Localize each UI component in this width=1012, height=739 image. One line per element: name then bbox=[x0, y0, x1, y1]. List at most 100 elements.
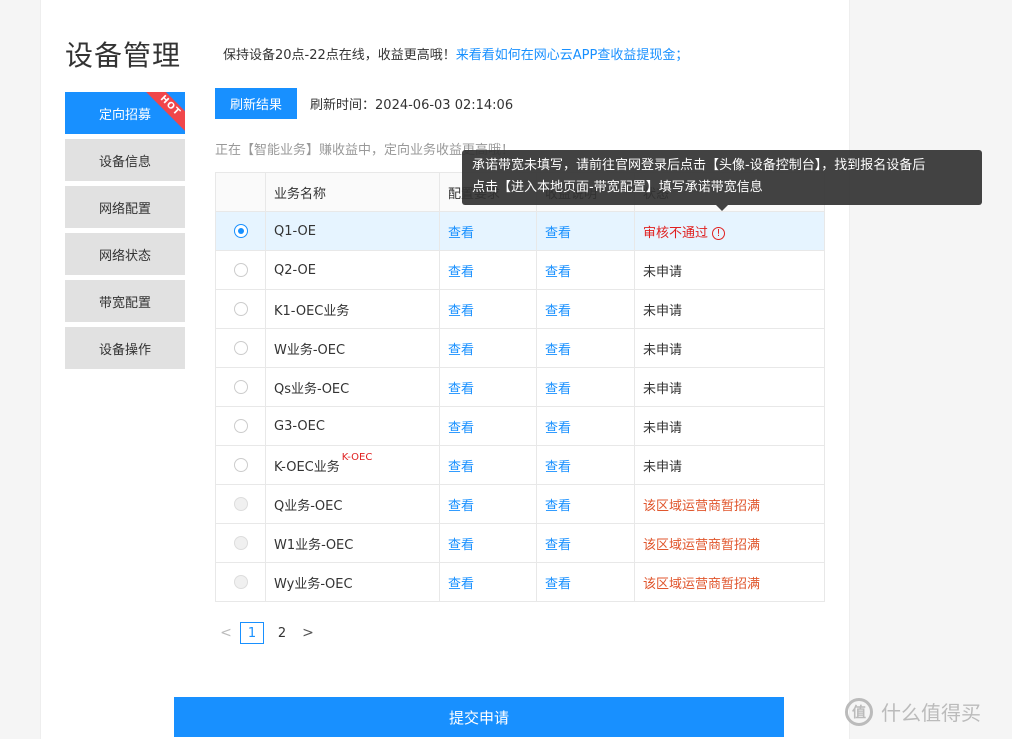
select-radio[interactable] bbox=[233, 380, 248, 394]
status-text: 该区域运营商暂招满 bbox=[643, 498, 761, 514]
select-radio[interactable] bbox=[233, 575, 248, 589]
config-cell: 查看 bbox=[439, 445, 537, 485]
config-view-link[interactable]: 查看 bbox=[448, 421, 474, 436]
business-name: K-OEC业务 bbox=[274, 459, 340, 475]
table-row[interactable]: K-OEC业务K-OEC 查看 查看 未申请 bbox=[215, 445, 825, 485]
status-cell: 未申请 bbox=[634, 289, 825, 329]
sidebar-item-recruit[interactable]: 定向招募 HOT bbox=[65, 92, 185, 134]
watermark: 值 什么值得买 bbox=[845, 697, 981, 726]
sidebar-item-label: 设备操作 bbox=[98, 342, 151, 358]
name-cell: K-OEC业务K-OEC bbox=[265, 445, 440, 485]
page-2-button[interactable]: 2 bbox=[270, 622, 294, 644]
submit-button[interactable]: 提交申请 bbox=[174, 697, 784, 737]
warning-icon[interactable]: ! bbox=[712, 226, 726, 240]
config-view-link[interactable]: 查看 bbox=[448, 265, 474, 280]
income-view-link[interactable]: 查看 bbox=[545, 538, 571, 553]
table-row[interactable]: G3-OEC 查看 查看 未申请 bbox=[215, 406, 825, 446]
status-text: 未申请 bbox=[643, 381, 683, 397]
config-view-link[interactable]: 查看 bbox=[448, 499, 474, 514]
status-cell: 未申请 bbox=[634, 367, 825, 407]
business-table: 业务名称 配置要求 收益说明 状态 Q1-OE查看查看审核不通过!Q2-OE查看… bbox=[215, 172, 825, 602]
status-text: 该区域运营商暂招满 bbox=[643, 537, 761, 553]
config-cell: 查看 bbox=[439, 328, 537, 368]
sidebar-item-network-status[interactable]: 网络状态 bbox=[65, 233, 185, 275]
page-1-button[interactable]: 1 bbox=[240, 622, 264, 644]
config-view-link[interactable]: 查看 bbox=[448, 343, 474, 358]
income-cell: 查看 bbox=[536, 406, 635, 446]
config-view-link[interactable]: 查看 bbox=[448, 460, 474, 475]
select-cell bbox=[215, 328, 266, 368]
status-text: 审核不通过 bbox=[643, 225, 709, 241]
income-cell: 查看 bbox=[536, 328, 635, 368]
table-row[interactable]: W业务-OEC 查看 查看 未申请 bbox=[215, 328, 825, 368]
select-radio[interactable] bbox=[233, 224, 248, 238]
refresh-time: 刷新时间：2024-06-03 02:14:06 bbox=[310, 94, 513, 113]
select-cell bbox=[215, 211, 266, 251]
status-cell: 审核不通过! bbox=[634, 211, 825, 251]
status-text: 未申请 bbox=[643, 420, 683, 436]
watermark-text: 什么值得买 bbox=[881, 701, 981, 725]
tooltip-line-1: 承诺带宽未填写，请前往官网登录后点击【头像-设备控制台】，找到报名设备后 bbox=[472, 158, 926, 173]
table-row[interactable]: Q2-OE 查看 查看 未申请 bbox=[215, 250, 825, 290]
config-cell: 查看 bbox=[439, 289, 537, 329]
status-cell: 该区域运营商暂招满 bbox=[634, 484, 825, 524]
table-row[interactable]: Q1-OE 查看 查看 审核不通过! bbox=[215, 211, 825, 251]
status-cell: 未申请 bbox=[634, 250, 825, 290]
business-name: Q2-OE bbox=[274, 262, 317, 278]
config-cell: 查看 bbox=[439, 484, 537, 524]
watermark-logo-icon: 值 bbox=[845, 697, 873, 726]
name-cell: W业务-OEC bbox=[265, 328, 440, 368]
status-text: 未申请 bbox=[643, 264, 683, 280]
status-text: 未申请 bbox=[643, 342, 683, 358]
business-name: K1-OEC业务 bbox=[274, 303, 350, 319]
income-view-link[interactable]: 查看 bbox=[545, 421, 571, 436]
income-view-link[interactable]: 查看 bbox=[545, 304, 571, 319]
sidebar-item-device-ops[interactable]: 设备操作 bbox=[65, 327, 185, 369]
config-cell: 查看 bbox=[439, 406, 537, 446]
sidebar-item-device-info[interactable]: 设备信息 bbox=[65, 139, 185, 181]
notice-bar: 保持设备20点-22点在线，收益更高哦！来看看如何在网心云APP查收益提现金； bbox=[223, 44, 688, 63]
status-text: 未申请 bbox=[643, 303, 683, 319]
toolbar: 刷新结果 刷新时间：2024-06-03 02:14:06 bbox=[215, 87, 825, 119]
select-radio[interactable] bbox=[233, 302, 248, 316]
table-row[interactable]: K1-OEC业务 查看 查看 未申请 bbox=[215, 289, 825, 329]
income-view-link[interactable]: 查看 bbox=[545, 343, 571, 358]
table-row[interactable]: Qs业务-OEC 查看 查看 未申请 bbox=[215, 367, 825, 407]
select-radio[interactable] bbox=[233, 419, 248, 433]
next-page-button[interactable]: > bbox=[297, 625, 319, 641]
table-row[interactable]: W1业务-OEC 查看 查看 该区域运营商暂招满 bbox=[215, 523, 825, 563]
income-cell: 查看 bbox=[536, 445, 635, 485]
config-view-link[interactable]: 查看 bbox=[448, 577, 474, 592]
config-view-link[interactable]: 查看 bbox=[448, 382, 474, 397]
select-cell bbox=[215, 445, 266, 485]
income-view-link[interactable]: 查看 bbox=[545, 226, 571, 241]
config-view-link[interactable]: 查看 bbox=[448, 304, 474, 319]
sidebar-item-network-config[interactable]: 网络配置 bbox=[65, 186, 185, 228]
select-radio[interactable] bbox=[233, 458, 248, 472]
income-view-link[interactable]: 查看 bbox=[545, 577, 571, 592]
page-title: 设备管理 bbox=[65, 39, 182, 72]
income-cell: 查看 bbox=[536, 523, 635, 563]
select-radio[interactable] bbox=[233, 497, 248, 511]
table-row[interactable]: Wy业务-OEC 查看 查看 该区域运营商暂招满 bbox=[215, 562, 825, 602]
income-view-link[interactable]: 查看 bbox=[545, 382, 571, 397]
income-view-link[interactable]: 查看 bbox=[545, 499, 571, 514]
table-row[interactable]: Q业务-OEC 查看 查看 该区域运营商暂招满 bbox=[215, 484, 825, 524]
config-view-link[interactable]: 查看 bbox=[448, 538, 474, 553]
select-cell bbox=[215, 250, 266, 290]
status-text: 该区域运营商暂招满 bbox=[643, 576, 761, 592]
income-view-link[interactable]: 查看 bbox=[545, 265, 571, 280]
sidebar: 定向招募 HOT 设备信息 网络配置 网络状态 带宽配置 设备操作 bbox=[65, 92, 185, 374]
sidebar-item-bandwidth-config[interactable]: 带宽配置 bbox=[65, 280, 185, 322]
prev-page-button[interactable]: < bbox=[215, 625, 237, 641]
notice-link[interactable]: 来看看如何在网心云APP查收益提现金； bbox=[456, 48, 689, 63]
select-radio[interactable] bbox=[233, 341, 248, 355]
income-view-link[interactable]: 查看 bbox=[545, 460, 571, 475]
name-cell: Q2-OE bbox=[265, 250, 440, 290]
config-view-link[interactable]: 查看 bbox=[448, 226, 474, 241]
status-cell: 该区域运营商暂招满 bbox=[634, 523, 825, 563]
select-radio[interactable] bbox=[233, 263, 248, 277]
column-header-select bbox=[215, 172, 266, 212]
refresh-button[interactable]: 刷新结果 bbox=[215, 87, 298, 119]
select-radio[interactable] bbox=[233, 536, 248, 550]
